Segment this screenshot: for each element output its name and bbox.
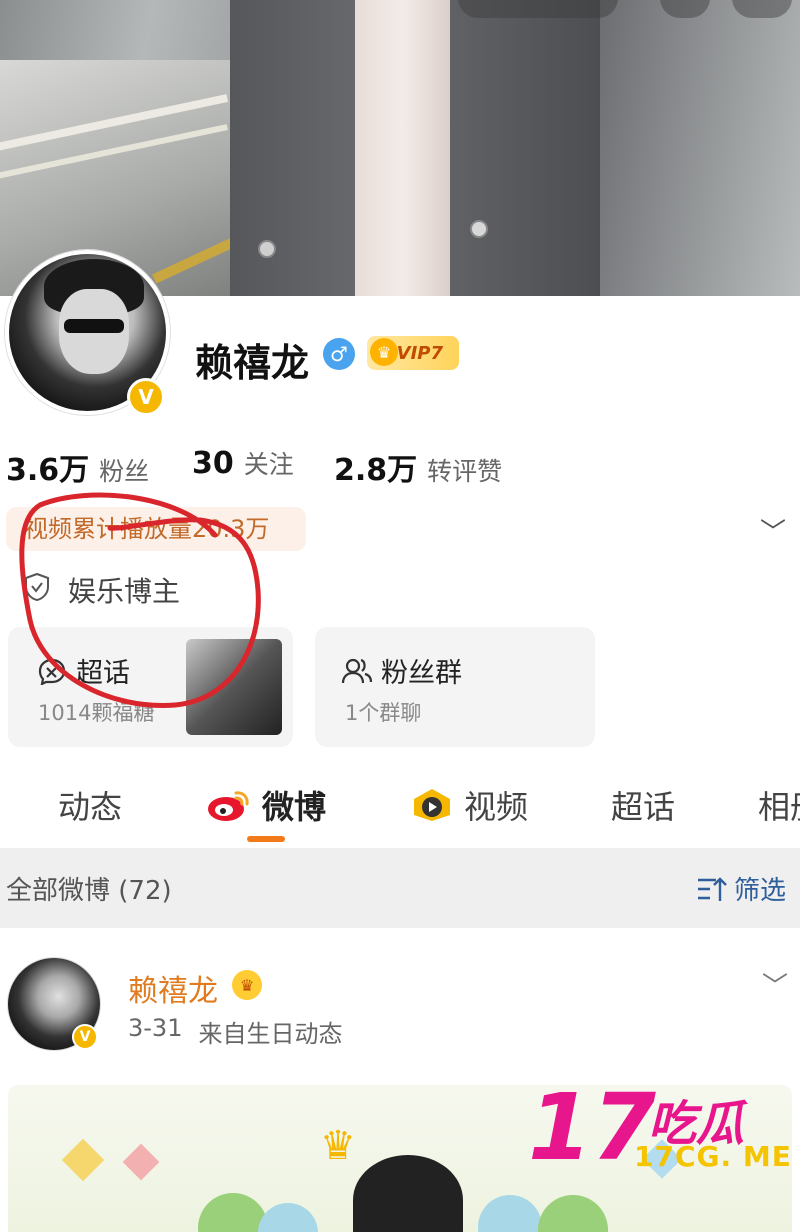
cover-detail [355, 0, 450, 296]
chevron-down-icon[interactable]: ﹀ [760, 512, 786, 549]
post-author-name[interactable]: 赖禧龙 [128, 966, 218, 1010]
stat-value: 30 [192, 446, 234, 481]
bunting-flag [61, 1138, 105, 1182]
verified-badge-icon: V [72, 1024, 98, 1050]
top-action-button[interactable] [458, 0, 618, 18]
tab-label: 超话 [611, 788, 676, 826]
filter-button[interactable]: 筛选 [696, 870, 786, 907]
active-tab-indicator [247, 836, 285, 842]
tab-weibo[interactable]: 微博 [206, 782, 326, 828]
stat-label: 转评赞 [427, 457, 503, 486]
red-annotation-circle [19, 492, 261, 708]
balloon-decoration [198, 1193, 268, 1232]
weibo-logo-icon [208, 791, 249, 821]
stat-label: 关注 [243, 450, 294, 479]
tab-video[interactable]: 视频 [410, 782, 528, 828]
more-button[interactable] [732, 0, 792, 18]
vip-badge[interactable]: ♛ VIP7 [367, 336, 459, 370]
verified-badge-icon: V [127, 378, 165, 416]
fans-group-title-row: 粉丝群 [341, 651, 462, 690]
profile-name: 赖禧龙 [195, 341, 310, 385]
post-source: 来自生日动态 [198, 1020, 343, 1048]
fans-group-sub: 1个群聊 [345, 701, 422, 725]
balloon-decoration [258, 1203, 318, 1232]
vip-crown-icon: ♛ [232, 970, 262, 1000]
stat-interactions[interactable]: 2.8万 转评赞 [334, 445, 502, 489]
balloon-decoration [478, 1195, 542, 1232]
cover-detail [258, 240, 276, 258]
tab-album[interactable]: 相册 [758, 782, 800, 828]
filter-label: 筛选 [734, 876, 787, 906]
stat-following[interactable]: 30 关注 [192, 445, 294, 481]
vip-label: VIP7 [396, 342, 443, 364]
search-button[interactable] [660, 0, 710, 18]
post-meta: 3-31 来自生日动态 [128, 1014, 342, 1049]
cover-detail [470, 220, 488, 238]
tab-feed[interactable]: 动态 [58, 782, 122, 828]
tab-label: 动态 [58, 788, 123, 826]
watermark-domain: 17CG. ME [634, 1140, 792, 1173]
profile-cover-image[interactable] [0, 0, 800, 296]
post-person-figure [353, 1155, 463, 1232]
post-date: 3-31 [128, 1014, 183, 1042]
tab-label: 微博 [262, 788, 327, 826]
vip-crown-icon: ♛ [370, 338, 398, 366]
watermark-logo: 17 吃瓜 17CG. ME [528, 1078, 800, 1178]
tab-supertopic[interactable]: 超话 [611, 782, 675, 828]
video-icon [414, 789, 450, 821]
bunting-flag [122, 1143, 160, 1181]
fans-group-card[interactable]: 粉丝群 1个群聊 [315, 627, 595, 747]
chevron-down-icon[interactable]: ﹀ [762, 966, 788, 1003]
stat-value: 2.8万 [334, 453, 418, 488]
crown-icon: ♛ [320, 1123, 356, 1169]
filter-icon [698, 876, 727, 901]
tab-label: 视频 [464, 788, 529, 826]
group-icon [341, 658, 373, 683]
avatar-detail [64, 319, 124, 333]
weibo-count-label: 全部微博 (72) [6, 876, 172, 906]
tab-label: 相册 [758, 788, 800, 826]
balloon-decoration [538, 1195, 608, 1232]
male-icon: ♂ [323, 338, 355, 370]
fans-group-title: 粉丝群 [381, 658, 462, 689]
profile-tabs: 动态 微博 视频 超话 相册 [0, 760, 800, 848]
